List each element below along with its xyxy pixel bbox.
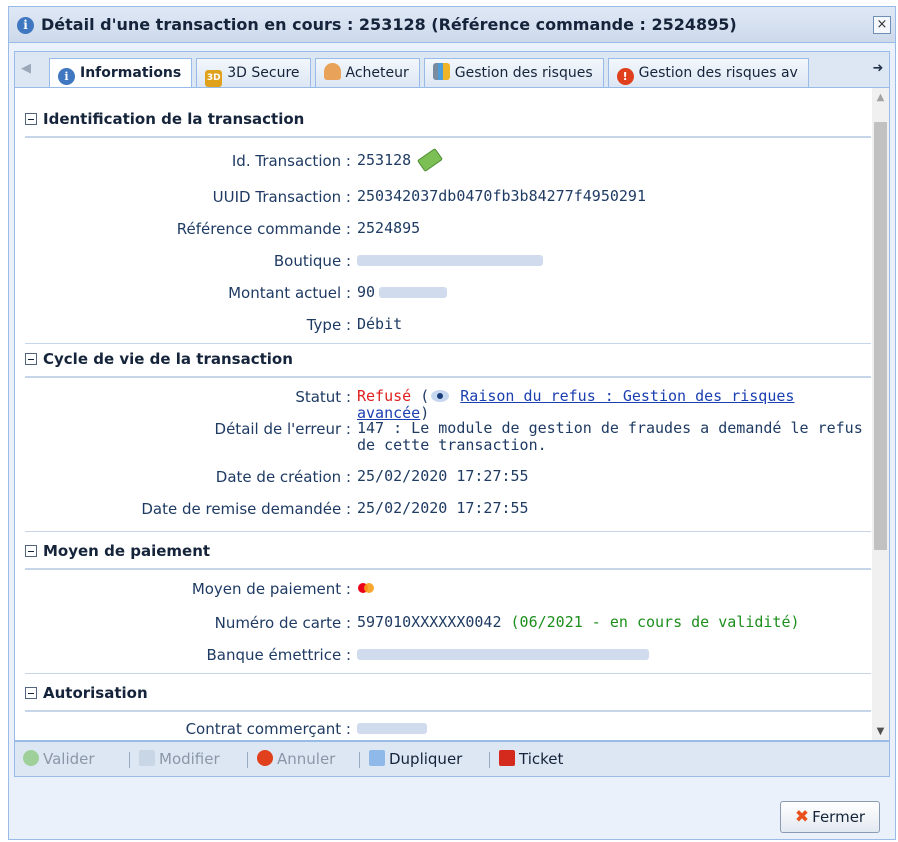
toolbar-separator — [359, 752, 360, 768]
numero-carte-value: 597010XXXXXX0042 (06/2021 - en cours de … — [357, 613, 800, 631]
field-label: Numéro de carte : — [214, 614, 351, 632]
tab-label: Gestion des risques av — [638, 65, 798, 81]
collapse-icon[interactable] — [25, 113, 37, 125]
tab-strip: ◀ i Informations 3D 3D Secure Acheteur Ges… — [14, 51, 890, 87]
section-cycle-header[interactable]: Cycle de vie de la transaction — [25, 350, 871, 378]
reference-commande-value: 2524895 — [357, 219, 421, 237]
montant-redacted — [379, 287, 448, 298]
banque-value-redacted — [357, 646, 867, 663]
tab-3d-secure[interactable]: 3D 3D Secure — [196, 58, 311, 87]
alert-icon: ! — [616, 68, 634, 85]
vertical-scrollbar[interactable]: ▲ ▼ — [872, 88, 889, 740]
section-identification-body: Id. Transaction : 253128 UUID Transactio… — [25, 140, 871, 344]
scroll-thumb[interactable] — [874, 122, 887, 550]
tab-gestion-des-risques-avancee[interactable]: ! Gestion des risques av — [607, 58, 809, 87]
scroll-up-icon[interactable]: ▲ — [872, 88, 889, 105]
edit-icon — [139, 750, 155, 766]
field-label: UUID Transaction : — [212, 188, 351, 206]
tab-acheteur[interactable]: Acheteur — [314, 58, 420, 87]
eye-icon[interactable] — [431, 390, 450, 402]
section-title: Cycle de vie de la transaction — [43, 350, 293, 368]
type-value: Débit — [357, 315, 403, 333]
date-remise-value: 25/02/2020 17:27:55 — [357, 499, 529, 517]
field-label: Référence commande : — [176, 220, 351, 238]
buyer-icon — [323, 63, 341, 80]
copy-icon — [369, 750, 385, 766]
section-paiement-header[interactable]: Moyen de paiement — [25, 542, 871, 570]
field-label: Boutique : — [273, 252, 351, 270]
field-label: Banque émettrice : — [206, 646, 351, 664]
close-icon: ✖ — [794, 807, 810, 827]
info-icon: i — [58, 68, 75, 85]
field-label: Date de création : — [215, 468, 351, 486]
tab-informations[interactable]: i Informations — [49, 58, 193, 87]
tab-label: Gestion des risques — [454, 65, 593, 81]
ticket-button[interactable]: Ticket — [499, 750, 563, 768]
field-label: Type : — [306, 316, 351, 334]
valider-button[interactable]: Valider — [23, 750, 95, 768]
fermer-button[interactable]: ✖ Fermer — [780, 801, 880, 833]
risk-chart-icon — [432, 63, 450, 80]
pdf-icon — [499, 750, 515, 766]
section-cycle-body: Statut : Refusé ( Raison du refus : Gest… — [25, 380, 871, 532]
transaction-detail-window: i Détail d'une transaction en cours : 25… — [8, 6, 896, 840]
detail-erreur-value: 147 : Le module de gestion de fraudes a … — [357, 419, 863, 454]
info-icon: i — [17, 17, 34, 34]
moyen-paiement-value — [357, 580, 867, 597]
check-icon — [23, 750, 39, 766]
field-label: Moyen de paiement : — [191, 580, 351, 598]
section-identification-header[interactable]: Identification de la transaction — [25, 110, 871, 138]
section-title: Moyen de paiement — [43, 542, 211, 560]
tab-gestion-des-risques[interactable]: Gestion des risques — [423, 58, 604, 87]
section-title: Autorisation — [43, 684, 148, 702]
scroll-down-icon[interactable]: ▼ — [872, 723, 889, 740]
action-toolbar: Valider Modifier Annuler Dupliquer Ticke… — [14, 741, 890, 777]
tab-label: Informations — [80, 65, 182, 81]
tab-scroll-left-icon[interactable]: ◀ — [15, 52, 37, 87]
toolbar-separator — [489, 752, 490, 768]
date-creation-value: 25/02/2020 17:27:55 — [357, 467, 529, 485]
window-titlebar: i Détail d'une transaction en cours : 25… — [9, 7, 895, 43]
collapse-icon[interactable] — [25, 687, 37, 699]
field-label: Contrat commerçant : — [185, 720, 351, 738]
annuler-button[interactable]: Annuler — [257, 750, 335, 768]
uuid-value: 250342037db0470fb3b84277f4950291 — [357, 187, 646, 205]
toolbar-separator — [129, 752, 130, 768]
id-transaction-value: 253128 — [357, 147, 867, 173]
tab-content-panel: Identification de la transaction Id. Tra… — [14, 87, 890, 741]
tab-label: Acheteur — [345, 65, 409, 81]
mastercard-icon — [357, 582, 375, 594]
money-icon — [417, 147, 444, 173]
field-label: Id. Transaction : — [231, 152, 351, 170]
close-icon[interactable]: × — [873, 16, 891, 34]
toolbar-separator — [247, 752, 248, 768]
cancel-icon — [257, 750, 273, 766]
statut-refused: Refusé — [357, 387, 412, 405]
section-autorisation-header[interactable]: Autorisation — [25, 684, 871, 712]
section-autorisation-body: Contrat commerçant : — [25, 714, 871, 740]
statut-value: Refusé ( Raison du refus : Gestion des r… — [357, 387, 795, 422]
card-validity: (06/2021 - en cours de validité) — [510, 613, 800, 631]
tab-label: 3D Secure — [227, 65, 300, 81]
window-title: Détail d'une transaction en cours : 2531… — [41, 15, 737, 34]
3d-secure-icon: 3D — [205, 70, 223, 87]
field-label: Détail de l'erreur : — [214, 420, 351, 438]
section-paiement-body: Moyen de paiement : Numéro de carte : 59… — [25, 572, 871, 674]
field-label: Statut : — [295, 388, 351, 406]
boutique-value-redacted — [357, 252, 867, 269]
montant-value: 90 — [357, 284, 867, 301]
modifier-button[interactable]: Modifier — [139, 750, 220, 768]
field-label: Montant actuel : — [228, 284, 351, 302]
field-label: Date de remise demandée : — [141, 500, 351, 518]
tab-scroll-right-icon[interactable]: ➜ — [867, 52, 889, 87]
collapse-icon[interactable] — [25, 353, 37, 365]
contrat-value-redacted — [357, 720, 867, 737]
section-title: Identification de la transaction — [43, 110, 305, 128]
dupliquer-button[interactable]: Dupliquer — [369, 750, 462, 768]
collapse-icon[interactable] — [25, 545, 37, 557]
